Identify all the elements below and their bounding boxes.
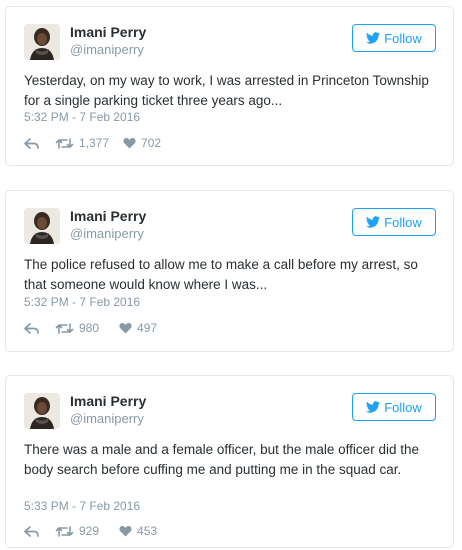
like-button[interactable]: 453 xyxy=(119,524,157,538)
tweet-card: Imani Perry @imaniperry Follow There was… xyxy=(5,375,454,548)
reply-icon xyxy=(24,525,39,537)
retweet-icon xyxy=(55,322,74,334)
reply-button[interactable] xyxy=(24,137,39,150)
twitter-bird-icon xyxy=(366,216,381,228)
reply-icon xyxy=(24,137,39,149)
twitter-bird-icon xyxy=(366,32,381,44)
heart-icon xyxy=(123,137,136,149)
tweet-text: There was a male and a female officer, b… xyxy=(24,442,419,477)
tweet-actions: 929 453 xyxy=(24,524,157,538)
retweet-count: 929 xyxy=(79,524,100,538)
retweet-count: 1,377 xyxy=(79,136,110,150)
follow-button[interactable]: Follow xyxy=(352,24,436,52)
follow-label: Follow xyxy=(384,30,422,46)
like-button[interactable]: 497 xyxy=(119,321,157,335)
tweet-card: Imani Perry @imaniperry Follow Yesterday… xyxy=(5,6,454,166)
heart-icon xyxy=(119,525,132,537)
tweet-actions: 980 497 xyxy=(24,321,157,335)
retweet-button[interactable]: 1,377 xyxy=(55,136,109,150)
retweet-icon xyxy=(55,525,74,537)
author-name[interactable]: Imani Perry xyxy=(70,208,146,224)
like-button[interactable]: 702 xyxy=(123,136,161,150)
tweet-timestamp[interactable]: 5:32 PM - 7 Feb 2016 xyxy=(24,110,140,124)
avatar[interactable] xyxy=(24,24,60,60)
like-count: 453 xyxy=(137,524,158,538)
tweet-timestamp[interactable]: 5:33 PM - 7 Feb 2016 xyxy=(24,499,140,513)
tweet-card: Imani Perry @imaniperry Follow The polic… xyxy=(5,190,454,352)
follow-button[interactable]: Follow xyxy=(352,208,436,236)
tweet-timestamp[interactable]: 5:32 PM - 7 Feb 2016 xyxy=(24,295,140,309)
author-name[interactable]: Imani Perry xyxy=(70,24,146,40)
retweet-button[interactable]: 980 xyxy=(55,321,99,335)
follow-button[interactable]: Follow xyxy=(352,393,436,421)
tweet-actions: 1,377 702 xyxy=(24,136,161,150)
tweet-text: Yesterday, on my way to work, I was arre… xyxy=(24,73,429,108)
reply-button[interactable] xyxy=(24,525,39,538)
author-handle[interactable]: @imaniperry xyxy=(70,42,144,57)
like-count: 702 xyxy=(141,136,162,150)
author-handle[interactable]: @imaniperry xyxy=(70,411,144,426)
tweet-text: The police refused to allow me to make a… xyxy=(24,257,418,292)
retweet-icon xyxy=(55,137,74,149)
twitter-bird-icon xyxy=(366,401,381,413)
avatar[interactable] xyxy=(24,208,60,244)
retweet-button[interactable]: 929 xyxy=(55,524,99,538)
heart-icon xyxy=(119,322,132,334)
reply-icon xyxy=(24,322,39,334)
follow-label: Follow xyxy=(384,399,422,415)
author-name[interactable]: Imani Perry xyxy=(70,393,146,409)
avatar[interactable] xyxy=(24,393,60,429)
like-count: 497 xyxy=(137,321,158,335)
follow-label: Follow xyxy=(384,214,422,230)
retweet-count: 980 xyxy=(79,321,100,335)
author-handle[interactable]: @imaniperry xyxy=(70,226,144,241)
reply-button[interactable] xyxy=(24,322,39,335)
